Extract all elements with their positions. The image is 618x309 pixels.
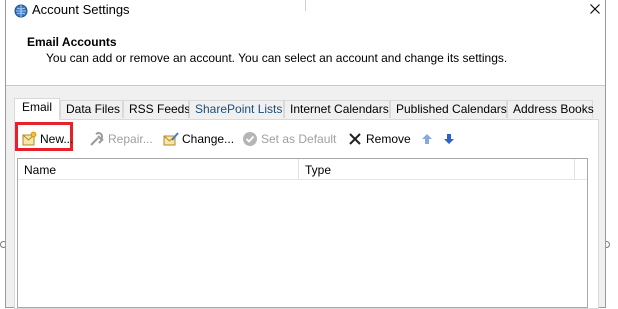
arrow-up-icon [419, 131, 435, 147]
move-up-button[interactable] [419, 128, 438, 150]
change-button[interactable]: Change... [163, 128, 234, 150]
tab-published-calendars[interactable]: Published Calendars [390, 100, 507, 118]
move-down-button[interactable] [441, 128, 460, 150]
email-tab-panel: New... Repair... Change... Set as Defaul… [14, 119, 599, 309]
title-separator [305, 0, 306, 11]
new-button-label: New... [40, 132, 74, 146]
set-as-default-label: Set as Default [261, 132, 337, 146]
column-header-type[interactable]: Type [305, 163, 331, 177]
list-header: Name Type [18, 159, 587, 180]
tab-internet-calendars[interactable]: Internet Calendars [284, 100, 390, 118]
tab-data-files[interactable]: Data Files [60, 100, 123, 118]
set-as-default-button[interactable]: Set as Default [242, 128, 336, 150]
change-account-icon [163, 131, 179, 147]
outlook-globe-icon [14, 4, 28, 18]
change-button-label: Change... [182, 132, 235, 146]
tab-sharepoint-lists[interactable]: SharePoint Lists [189, 100, 284, 118]
window-title: Account Settings [32, 2, 130, 17]
dialog-header: Email Accounts You can add or remove an … [6, 23, 605, 85]
tab-email[interactable]: Email [14, 98, 60, 120]
tab-rss-feeds[interactable]: RSS Feeds [123, 100, 190, 118]
close-button[interactable] [585, 0, 605, 19]
account-toolbar: New... Repair... Change... Set as Defaul… [15, 122, 598, 151]
new-account-icon [21, 131, 37, 147]
column-divider[interactable] [574, 159, 575, 179]
title-bar: Account Settings [6, 0, 605, 23]
column-header-name[interactable]: Name [24, 163, 56, 177]
tab-address-books[interactable]: Address Books [507, 100, 594, 118]
remove-button[interactable]: Remove [347, 128, 411, 150]
account-settings-dialog: Account Settings Email Accounts You can … [5, 0, 606, 309]
remove-button-label: Remove [366, 132, 411, 146]
repair-button-label: Repair... [108, 132, 153, 146]
repair-button[interactable]: Repair... [89, 128, 153, 150]
remove-x-icon [347, 131, 363, 147]
close-icon [590, 4, 600, 14]
dialog-body: Email Data Files RSS Feeds SharePoint Li… [6, 85, 605, 309]
header-description: You can add or remove an account. You ca… [46, 51, 508, 65]
column-divider[interactable] [298, 159, 299, 179]
new-button[interactable]: New... [21, 128, 73, 150]
header-title: Email Accounts [27, 35, 117, 49]
accounts-list[interactable]: Name Type [17, 158, 588, 308]
arrow-down-icon [441, 131, 457, 147]
checkmark-circle-icon [242, 131, 258, 147]
repair-icon [89, 131, 105, 147]
